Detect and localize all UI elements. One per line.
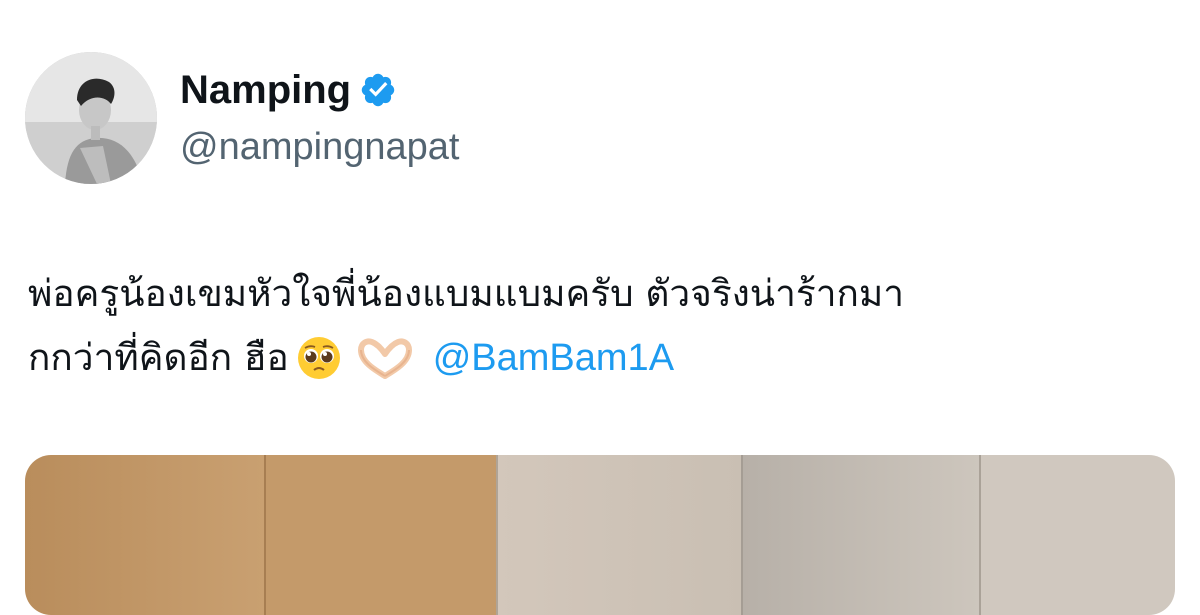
pleading-face-emoji-icon: [295, 334, 343, 382]
media-image: [25, 455, 1175, 615]
mention-link[interactable]: @BamBam1A: [433, 326, 674, 390]
tweet-text-line-2: กกว่าที่คิดอีก ฮือ @BamBam1A: [28, 326, 1178, 390]
verified-badge-icon: [359, 71, 397, 109]
author-display-name[interactable]: Namping: [180, 66, 397, 114]
heart-hands-emoji-icon: [355, 336, 415, 380]
avatar-photo: [25, 52, 157, 184]
tweet-text-line-2-content: กกว่าที่คิดอีก ฮือ: [28, 336, 289, 379]
author-handle[interactable]: @nampingnapat: [180, 124, 459, 170]
tweet-text: พ่อครูน้องเขมหัวใจพี่น้องแบมแบมครับ ตัวจ…: [28, 262, 1178, 390]
display-name-text: Namping: [180, 68, 352, 112]
tweet-text-line-1: พ่อครูน้องเขมหัวใจพี่น้องแบมแบมครับ ตัวจ…: [28, 262, 1178, 326]
tweet-text-line-1-content: พ่อครูน้องเขมหัวใจพี่น้องแบมแบมครับ ตัวจ…: [28, 272, 905, 315]
author-avatar[interactable]: [25, 52, 157, 184]
tweet-media-photo[interactable]: [25, 455, 1175, 615]
